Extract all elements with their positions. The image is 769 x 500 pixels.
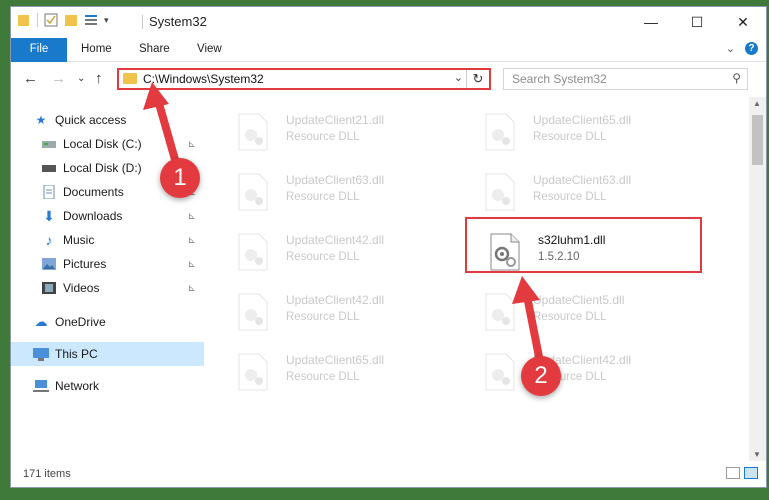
arrow-2-shaft xyxy=(523,292,544,366)
arrow-2-head-icon xyxy=(512,276,540,304)
marker-2: 2 xyxy=(521,356,561,396)
arrow-1-head-icon xyxy=(143,82,169,110)
annotation-arrows xyxy=(143,82,544,366)
marker-1: 1 xyxy=(160,158,200,198)
